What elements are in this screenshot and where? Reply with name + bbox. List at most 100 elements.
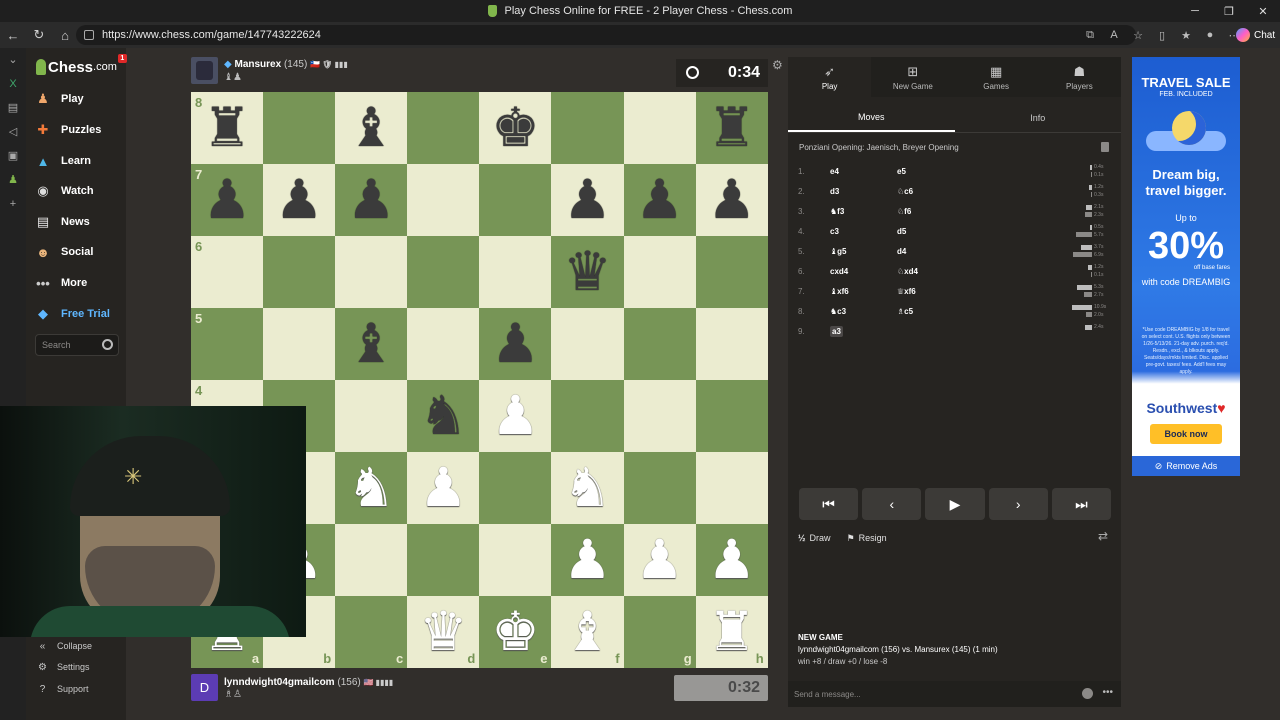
- media-icon[interactable]: ▣: [0, 144, 26, 168]
- self-avatar[interactable]: D: [191, 674, 218, 701]
- sidebar-item-free-trial[interactable]: ◆ Free Trial: [34, 303, 124, 325]
- black-move[interactable]: d5: [897, 227, 906, 236]
- black-move[interactable]: e5: [897, 167, 906, 176]
- resign-button[interactable]: Resign: [859, 533, 887, 543]
- white-move[interactable]: c3: [830, 227, 839, 236]
- tab-players[interactable]: ☗ Players: [1037, 57, 1121, 97]
- black-pawn-icon[interactable]: ♟: [707, 173, 755, 227]
- white-pawn-icon[interactable]: ♟: [563, 533, 611, 587]
- black-queen-icon[interactable]: ♛: [563, 245, 611, 299]
- settings-button[interactable]: ⚙ Settings: [36, 659, 90, 675]
- square-f7[interactable]: ♟: [551, 164, 624, 236]
- copilot-chat-button[interactable]: Chat: [1230, 25, 1280, 45]
- favorites-icon[interactable]: ★: [1174, 29, 1198, 42]
- support-button[interactable]: ? Support: [36, 681, 89, 697]
- close-window-button[interactable]: ✕: [1246, 0, 1280, 22]
- flip-board-icon[interactable]: ⇄: [1098, 529, 1108, 543]
- audio-icon[interactable]: ◁: [0, 120, 26, 144]
- square-b8[interactable]: [263, 92, 336, 164]
- square-g6[interactable]: [623, 236, 696, 308]
- excel-icon[interactable]: X: [0, 72, 26, 96]
- chess-tab-icon[interactable]: ♟: [0, 168, 26, 192]
- black-bishop-icon[interactable]: ♝: [347, 101, 395, 155]
- favorite-star-icon[interactable]: ☆: [1126, 29, 1150, 42]
- black-pawn-icon[interactable]: ♟: [635, 173, 683, 227]
- black-pawn-icon[interactable]: ♟: [563, 173, 611, 227]
- collapse-rail-icon[interactable]: ⌄: [0, 48, 26, 72]
- white-knight-icon[interactable]: ♞: [347, 461, 395, 515]
- emoji-icon[interactable]: [1082, 688, 1093, 699]
- opening-book-icon[interactable]: [1101, 142, 1109, 152]
- tab-games[interactable]: ▦ Games: [954, 57, 1038, 97]
- square-f5[interactable]: [551, 308, 624, 380]
- refresh-button[interactable]: ↻: [26, 22, 52, 48]
- white-move[interactable]: ♝g5: [830, 247, 847, 256]
- self-name-block[interactable]: lynndwight04gmailcom (156) 🇺🇸 ▮▮▮▮: [224, 677, 393, 688]
- opponent-name-block[interactable]: ◆ Mansurex (145) 🇨🇱 🛡 ▮▮▮: [224, 59, 348, 70]
- square-f4[interactable]: [551, 380, 624, 452]
- square-f1[interactable]: f ♝: [551, 596, 624, 668]
- white-move[interactable]: cxd4: [830, 267, 848, 276]
- white-pawn-icon[interactable]: ♟: [419, 461, 467, 515]
- square-e8[interactable]: ♚: [479, 92, 552, 164]
- sidebar-item-more[interactable]: ••• More: [34, 272, 124, 294]
- square-d2[interactable]: [407, 524, 480, 596]
- tab-new-game[interactable]: ⊞ New Game: [871, 57, 955, 97]
- white-move[interactable]: ♞c3: [830, 307, 846, 316]
- book-now-button[interactable]: Book now: [1150, 424, 1222, 444]
- square-g7[interactable]: ♟: [623, 164, 696, 236]
- square-g4[interactable]: [623, 380, 696, 452]
- square-h1[interactable]: h ♜: [695, 596, 768, 668]
- next-move-button[interactable]: ›: [988, 488, 1048, 520]
- square-h3[interactable]: [695, 452, 768, 524]
- square-d8[interactable]: [407, 92, 480, 164]
- board-settings-icon[interactable]: ⚙: [772, 58, 783, 72]
- square-b7[interactable]: ♟: [263, 164, 336, 236]
- white-move[interactable]: ♞f3: [830, 207, 844, 216]
- subtab-info[interactable]: Info: [955, 103, 1122, 132]
- split-screen-icon[interactable]: ▯: [1150, 29, 1174, 42]
- black-move[interactable]: ♘f6: [897, 207, 911, 216]
- travel-ad[interactable]: TRAVEL SALE FEB. INCLUDED Dream big, tra…: [1132, 57, 1240, 476]
- white-queen-icon[interactable]: ♛: [419, 605, 467, 659]
- white-move[interactable]: ♝xf6: [830, 287, 849, 296]
- white-pawn-icon[interactable]: ♟: [635, 533, 683, 587]
- sidebar-item-learn[interactable]: ▲ Learn: [34, 150, 124, 172]
- opponent-avatar[interactable]: [191, 57, 218, 84]
- square-e4[interactable]: ♟: [479, 380, 552, 452]
- sidebar-item-puzzles[interactable]: ✚ Puzzles: [34, 119, 124, 141]
- black-move[interactable]: d4: [897, 247, 906, 256]
- white-pawn-icon[interactable]: ♟: [707, 533, 755, 587]
- square-h6[interactable]: [695, 236, 768, 308]
- square-c5[interactable]: ♝: [335, 308, 408, 380]
- square-e5[interactable]: ♟: [479, 308, 552, 380]
- square-d5[interactable]: [407, 308, 480, 380]
- square-c8[interactable]: ♝: [335, 92, 408, 164]
- black-rook-icon[interactable]: ♜: [707, 101, 755, 155]
- square-b5[interactable]: [263, 308, 336, 380]
- black-pawn-icon[interactable]: ♟: [275, 173, 323, 227]
- chat-message-input[interactable]: Send a message... •••: [788, 681, 1121, 707]
- tab-play[interactable]: ➶ Play: [788, 57, 872, 97]
- minimize-button[interactable]: ─: [1178, 0, 1212, 22]
- square-e6[interactable]: [479, 236, 552, 308]
- square-b6[interactable]: [263, 236, 336, 308]
- black-knight-icon[interactable]: ♞: [419, 389, 467, 443]
- previous-move-button[interactable]: ‹: [862, 488, 922, 520]
- black-pawn-icon[interactable]: ♟: [347, 173, 395, 227]
- square-f2[interactable]: ♟: [551, 524, 624, 596]
- search-input[interactable]: Search: [35, 334, 119, 356]
- first-move-button[interactable]: ⏮: [799, 488, 859, 520]
- white-bishop-icon[interactable]: ♝: [563, 605, 611, 659]
- read-aloud-icon[interactable]: A: [1102, 29, 1126, 41]
- square-c7[interactable]: ♟: [335, 164, 408, 236]
- square-d4[interactable]: ♞: [407, 380, 480, 452]
- back-button[interactable]: ←: [0, 22, 26, 48]
- square-g1[interactable]: g: [623, 596, 696, 668]
- square-c2[interactable]: [335, 524, 408, 596]
- draw-button[interactable]: Draw: [810, 533, 831, 543]
- square-a6[interactable]: 6: [191, 236, 264, 308]
- tab-icon[interactable]: ▤: [0, 96, 26, 120]
- square-e2[interactable]: [479, 524, 552, 596]
- black-rook-icon[interactable]: ♜: [203, 101, 251, 155]
